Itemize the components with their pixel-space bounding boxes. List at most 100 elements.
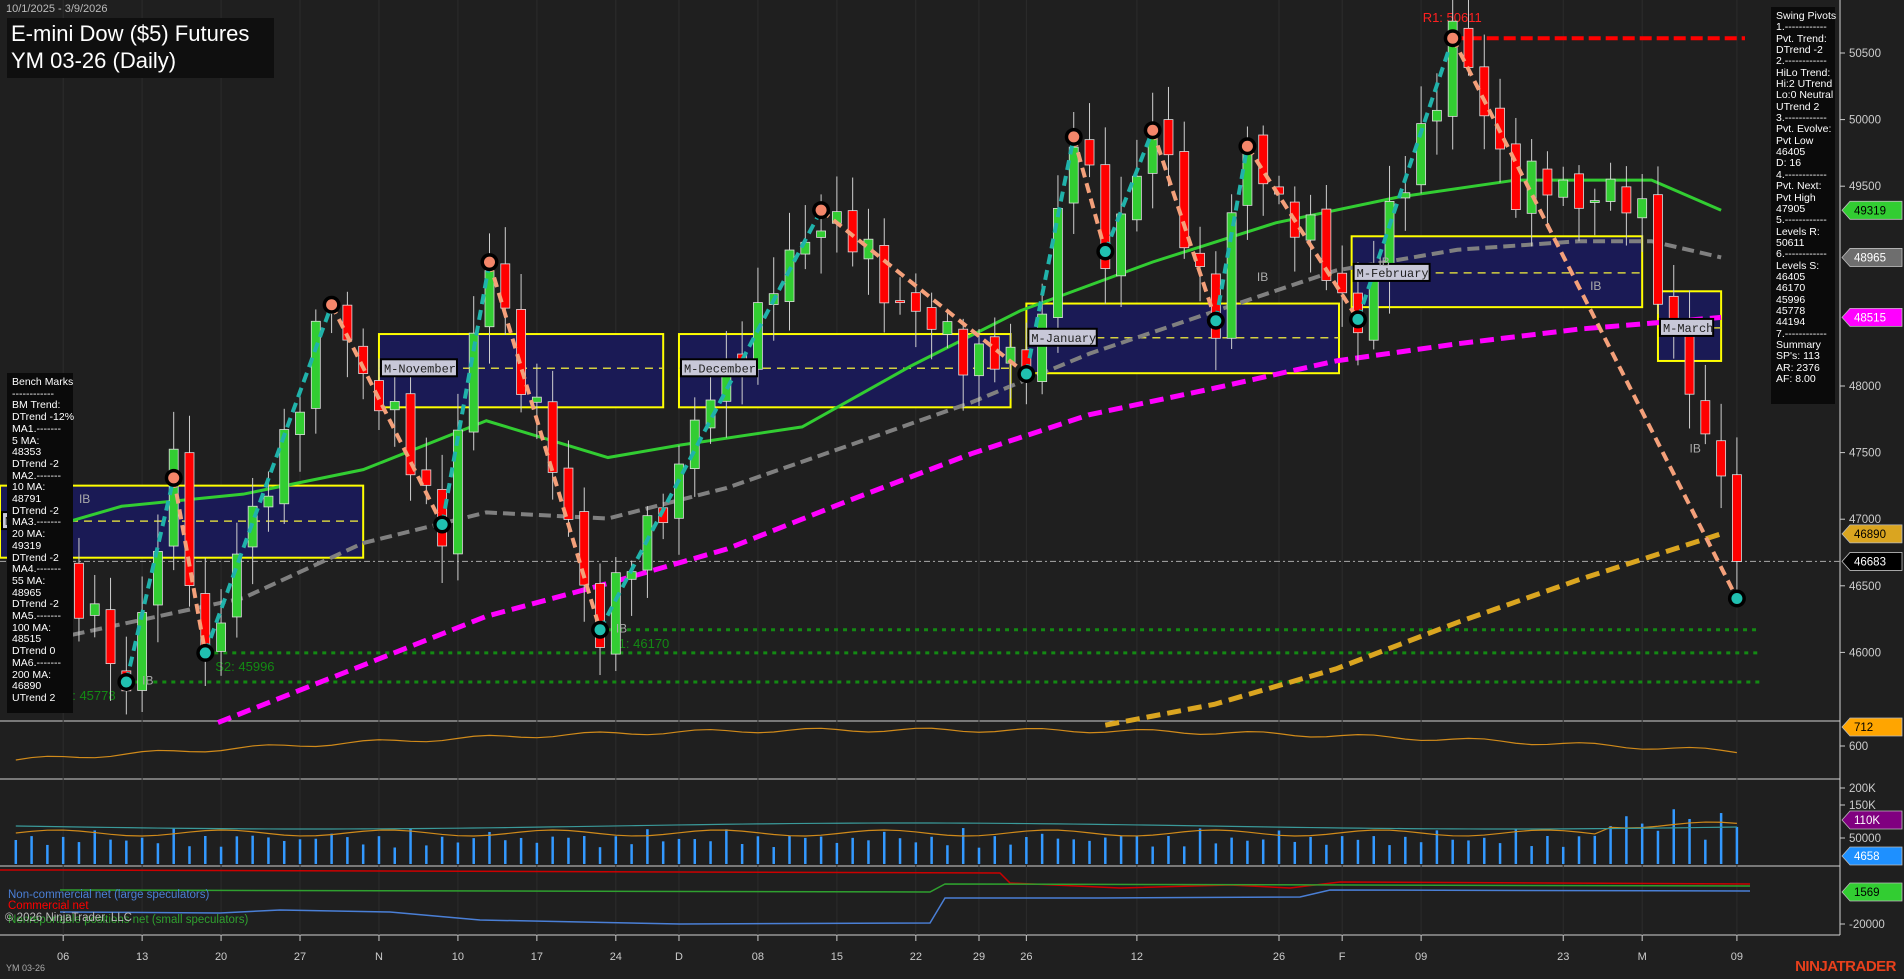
- noncommercial-net-line: [59, 889, 1751, 925]
- price-chart[interactable]: 06 13 20 27 N 10 17 24 D 08 15 22 29 26 12 26 F 09 23 M 09 50…: [0, 0, 1904, 979]
- sub-axis-label: -20000: [1849, 919, 1885, 931]
- info-line: 46170: [1776, 282, 1806, 295]
- info-line: Pvt. Next:: [1776, 180, 1822, 193]
- inside-bar-label: IB: [1690, 442, 1701, 456]
- swing-pivot-dot: [594, 624, 606, 636]
- monthly-box-label: M-November: [379, 358, 458, 378]
- price-marker-label: 712: [1854, 722, 1873, 734]
- candle: [610, 572, 621, 655]
- candle: [1605, 178, 1616, 202]
- candle: [1589, 200, 1600, 203]
- candle: [105, 609, 116, 665]
- candle: [1574, 173, 1584, 209]
- candle: [453, 429, 463, 555]
- month-label: M-December: [684, 362, 756, 376]
- swing-pivot-dot: [1731, 592, 1743, 604]
- info-line: MA5.-------: [12, 610, 61, 623]
- price-label: 46000: [1849, 647, 1881, 659]
- month-label: M-March: [1663, 322, 1713, 336]
- candle: [1479, 66, 1490, 117]
- price-label: 50000: [1849, 115, 1881, 127]
- swing-pivot-dot: [1068, 131, 1080, 143]
- swing-leg: [487, 261, 602, 631]
- info-line: 49319: [12, 539, 42, 552]
- monthly-box-label: M-March: [1658, 317, 1715, 337]
- date-label: 13: [136, 951, 148, 963]
- date-label: 23: [1557, 951, 1569, 963]
- candle: [1116, 213, 1126, 277]
- candle: [1621, 186, 1632, 214]
- date-label: 22: [910, 951, 922, 963]
- swing-pivot-dot: [1147, 124, 1159, 136]
- swing-pivot-dot: [1210, 315, 1222, 327]
- price-label: 46500: [1849, 581, 1881, 593]
- candle: [1084, 139, 1095, 166]
- date-label: 17: [531, 951, 543, 963]
- candle: [263, 495, 274, 508]
- price-marker-label: 46683: [1854, 556, 1886, 568]
- candle: [74, 562, 84, 619]
- candle: [153, 551, 163, 606]
- date-label: 12: [1131, 951, 1143, 963]
- month-label: M-January: [1031, 332, 1096, 346]
- open-interest-line: [15, 822, 1737, 830]
- candle: [1542, 168, 1553, 196]
- price-label: 47000: [1849, 514, 1881, 526]
- candle: [1337, 272, 1348, 294]
- monthly-box-label: M-January: [1027, 327, 1098, 347]
- date-label: 20: [215, 951, 227, 963]
- candle: [1179, 151, 1190, 249]
- price-label: 47500: [1849, 448, 1881, 460]
- price-marker-label: 110K: [1854, 815, 1880, 827]
- date-label: 09: [1415, 951, 1427, 963]
- candle: [974, 343, 984, 377]
- inside-bar-label: IB: [79, 492, 90, 506]
- info-line: MA1.-------: [12, 422, 61, 435]
- price-marker-label: 46890: [1854, 529, 1886, 541]
- swing-pivots-panel: Swing Pivots 1.------------ Pvt. Trend: DTr…: [1771, 7, 1836, 404]
- swing-pivot-dot: [168, 472, 180, 484]
- candle: [1732, 474, 1742, 562]
- candle: [516, 309, 526, 395]
- sub-axis-label: 600: [1849, 741, 1868, 753]
- sub-axis-label: 150K: [1849, 800, 1876, 812]
- swing-pivot-dot: [326, 299, 338, 311]
- monthly-box-label: M-December: [679, 358, 758, 378]
- candle: [295, 411, 305, 436]
- date-label: 06: [57, 951, 69, 963]
- date-label: 15: [831, 951, 843, 963]
- info-line: 5.------------: [1776, 214, 1827, 227]
- swing-pivot-dot: [1099, 245, 1111, 257]
- inside-bar-label: IB: [1378, 255, 1389, 269]
- info-line: Bench Marks: [12, 376, 74, 388]
- instrument-title: E-mini Dow ($5) Futures: [11, 21, 250, 46]
- date-label: 24: [610, 951, 622, 963]
- candle: [1305, 214, 1316, 241]
- date-label: F: [1339, 951, 1346, 963]
- date-label: N: [375, 951, 383, 963]
- candle: [1653, 194, 1663, 305]
- bench-marks-panel: Bench Marks ------------ BM Trend: DTrend -…: [7, 373, 74, 713]
- candle: [958, 328, 969, 376]
- date-range: 10/1/2025 - 3/9/2026: [6, 3, 108, 15]
- month-label: M-February: [1357, 267, 1429, 281]
- price-marker-label: 48965: [1854, 252, 1886, 264]
- candle: [1432, 109, 1442, 122]
- swing-pivot-dot: [1020, 368, 1032, 380]
- candle: [389, 401, 400, 411]
- candle: [1716, 440, 1727, 477]
- instrument-footer: YM 03-26: [6, 963, 46, 973]
- price-marker-label: 4658: [1854, 851, 1880, 863]
- price-label: 48000: [1849, 381, 1881, 393]
- candle: [942, 321, 953, 335]
- date-label: 27: [294, 951, 306, 963]
- candle: [531, 396, 542, 403]
- price-marker-label: 49319: [1854, 205, 1886, 217]
- date-label: 09: [1731, 951, 1743, 963]
- average-range-line: [15, 727, 1737, 761]
- copyright: © 2026 NinjaTrader, LLC: [5, 912, 132, 924]
- info-line: DTrend -2: [12, 457, 59, 470]
- candle: [926, 307, 937, 330]
- swing-pivot-dot: [1447, 32, 1459, 44]
- date-label: 10: [452, 951, 464, 963]
